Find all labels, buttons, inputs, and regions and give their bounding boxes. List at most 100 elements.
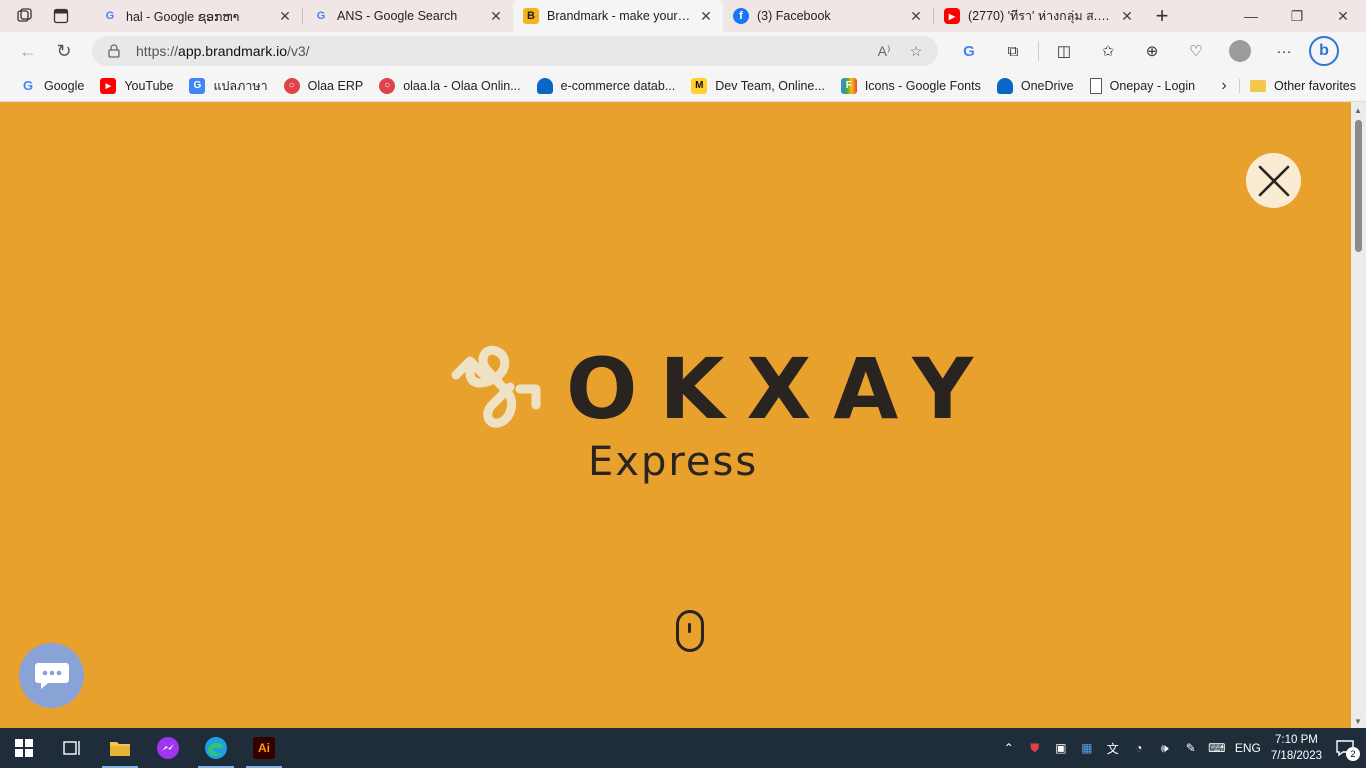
bookmark-google[interactable]: G Google [12, 73, 92, 99]
logo-brand-name: OKXAY [566, 340, 996, 438]
start-button[interactable] [0, 728, 48, 768]
performance-icon[interactable]: ♡ [1177, 36, 1215, 66]
bookmarks-overflow-chevron-icon[interactable]: › [1209, 77, 1239, 95]
logo: OKXAY Express [448, 343, 973, 495]
tab-google-search-ans[interactable]: G ANS - Google Search ✕ [303, 0, 513, 32]
system-tray: ⌃ ⛊ ▣ ▦ 文 ◔ 🕪 ✎ ⌨ ENG 7:10 PM 7/18/2023 … [1001, 732, 1366, 764]
language-indicator[interactable]: ENG [1235, 741, 1261, 755]
translate-icon: G [189, 77, 206, 94]
collections-icon[interactable]: ⊕ [1133, 36, 1171, 66]
notification-center-button[interactable]: 2 [1332, 735, 1360, 761]
camera-icon[interactable]: ▣ [1053, 740, 1069, 756]
refresh-button[interactable]: ↻ [46, 35, 82, 67]
taskbar-illustrator[interactable]: Ai [240, 728, 288, 768]
tab-google-search-hal[interactable]: G hal - Google ຊອກຫາ ✕ [92, 0, 302, 32]
favorite-star-icon[interactable]: ☆ [906, 41, 926, 61]
minimize-button[interactable]: — [1228, 0, 1274, 32]
url-text[interactable]: https://app.brandmark.io/v3/ [136, 43, 862, 59]
task-view-icon [63, 741, 80, 755]
address-bar[interactable]: https://app.brandmark.io/v3/ A⁾ ☆ [92, 36, 938, 66]
youtube-icon: ▶ [944, 8, 960, 24]
tab-brandmark[interactable]: B Brandmark - make your logo ✕ [513, 0, 723, 32]
scroll-mouse-icon [676, 610, 704, 652]
google-icon: G [105, 10, 115, 22]
taskbar-messenger[interactable] [144, 728, 192, 768]
bookmark-translate[interactable]: G แปลภาษา [181, 73, 275, 99]
facebook-icon: f [733, 8, 749, 24]
scroll-down-icon[interactable]: ▼ [1354, 717, 1362, 726]
taskbar-file-explorer[interactable] [96, 728, 144, 768]
scroll-up-icon[interactable]: ▲ [1354, 106, 1362, 115]
split-screen-icon[interactable]: ◫ [1045, 36, 1083, 66]
security-shield-icon[interactable]: ⛊ [1027, 740, 1043, 756]
restore-button[interactable]: ❐ [1274, 0, 1320, 32]
bookmark-google-fonts[interactable]: F Icons - Google Fonts [833, 73, 989, 99]
tab-title: Brandmark - make your logo [547, 9, 691, 23]
other-favorites[interactable]: Other favorites [1239, 78, 1366, 93]
favorites-icon[interactable]: ✩ [1089, 36, 1127, 66]
logo-mark-icon [451, 345, 541, 428]
bookmark-label: Olaa ERP [307, 78, 364, 93]
tab-actions-icon[interactable] [52, 7, 70, 25]
close-window-button[interactable]: ✕ [1320, 0, 1366, 32]
more-options-icon[interactable]: ··· [1265, 36, 1303, 66]
translate-extension-icon[interactable]: G [950, 36, 988, 66]
bookmark-ecommerce-database[interactable]: e-commerce datab... [529, 73, 684, 99]
close-preview-button[interactable] [1246, 153, 1301, 208]
brandmark-icon: B [523, 8, 539, 24]
read-aloud-icon[interactable]: A⁾ [874, 41, 894, 61]
clock-date: 7/18/2023 [1270, 750, 1322, 762]
folder-icon [1250, 79, 1267, 92]
chat-support-button[interactable] [19, 643, 84, 708]
bookmark-label: olaa.la - Olaa Onlin... [403, 78, 521, 93]
tab-title: ANS - Google Search [337, 9, 458, 23]
chevron-up-icon[interactable]: ⌃ [1001, 740, 1017, 756]
miro-icon: M [691, 77, 708, 94]
bookmark-label: YouTube [124, 78, 174, 93]
bookmark-onepay[interactable]: Onepay - Login [1082, 73, 1203, 99]
bookmark-label: Google [44, 78, 85, 93]
scrollbar-thumb[interactable] [1355, 120, 1362, 252]
clock[interactable]: 7:10 PM 7/18/2023 [1271, 732, 1322, 764]
tab-close-icon[interactable]: ✕ [278, 9, 292, 23]
task-view-button[interactable] [48, 728, 96, 768]
volume-icon[interactable]: 🕪 [1157, 740, 1173, 756]
wifi-icon[interactable]: ◔ [1131, 740, 1147, 756]
bookmark-label: Onepay - Login [1109, 78, 1196, 93]
tab-youtube[interactable]: ▶ (2770) 'ทีรา' ห่างกลุ่ม ส.ว.คว่ำ ✕ [934, 0, 1144, 32]
bookmark-dev-team[interactable]: M Dev Team, Online... [683, 73, 833, 99]
google-icon: G [316, 10, 326, 22]
logo-tagline: Express [588, 439, 759, 485]
tab-close-icon[interactable]: ✕ [909, 9, 923, 23]
onedrive-icon [536, 77, 553, 94]
toolbar-extensions: G ⧉ ◫ ✩ ⊕ ♡ ··· b [950, 36, 1339, 66]
tab-close-icon[interactable]: ✕ [1120, 9, 1134, 23]
bookmark-youtube[interactable]: ▶ YouTube [92, 73, 181, 99]
tab-title: (3) Facebook [757, 9, 831, 23]
keyboard-icon[interactable]: ⌨ [1208, 740, 1225, 756]
page-scrollbar[interactable]: ▲ ▼ [1351, 102, 1366, 728]
tab-close-icon[interactable]: ✕ [699, 9, 713, 23]
bookmark-onedrive[interactable]: OneDrive [989, 73, 1082, 99]
new-tab-button[interactable]: + [1144, 0, 1180, 32]
bing-copilot-icon[interactable]: b [1309, 36, 1339, 66]
tab-close-icon[interactable]: ✕ [489, 9, 503, 23]
lock-icon[interactable] [104, 41, 124, 61]
browser-toolbar: ← ↻ https://app.brandmark.io/v3/ A⁾ ☆ G … [0, 32, 1366, 70]
profile-icon[interactable] [1221, 36, 1259, 66]
google-fonts-icon: F [840, 77, 857, 94]
url-path: /v3/ [286, 43, 310, 59]
workspaces-icon[interactable] [16, 7, 34, 25]
messenger-icon [157, 737, 179, 759]
input-method-icon[interactable]: 文 [1105, 740, 1121, 756]
pen-icon[interactable]: ✎ [1183, 740, 1199, 756]
app-tray-icon[interactable]: ▦ [1079, 740, 1095, 756]
extensions-icon[interactable]: ⧉ [994, 36, 1032, 66]
back-button[interactable]: ← [10, 35, 46, 67]
window-controls: — ❐ ✕ [1228, 0, 1366, 32]
taskbar-edge[interactable] [192, 728, 240, 768]
edge-icon [205, 737, 227, 759]
tab-facebook[interactable]: f (3) Facebook ✕ [723, 0, 933, 32]
bookmark-olaa-erp[interactable]: ○ Olaa ERP [276, 73, 372, 99]
bookmark-olaa-online[interactable]: ○ olaa.la - Olaa Onlin... [371, 73, 528, 99]
